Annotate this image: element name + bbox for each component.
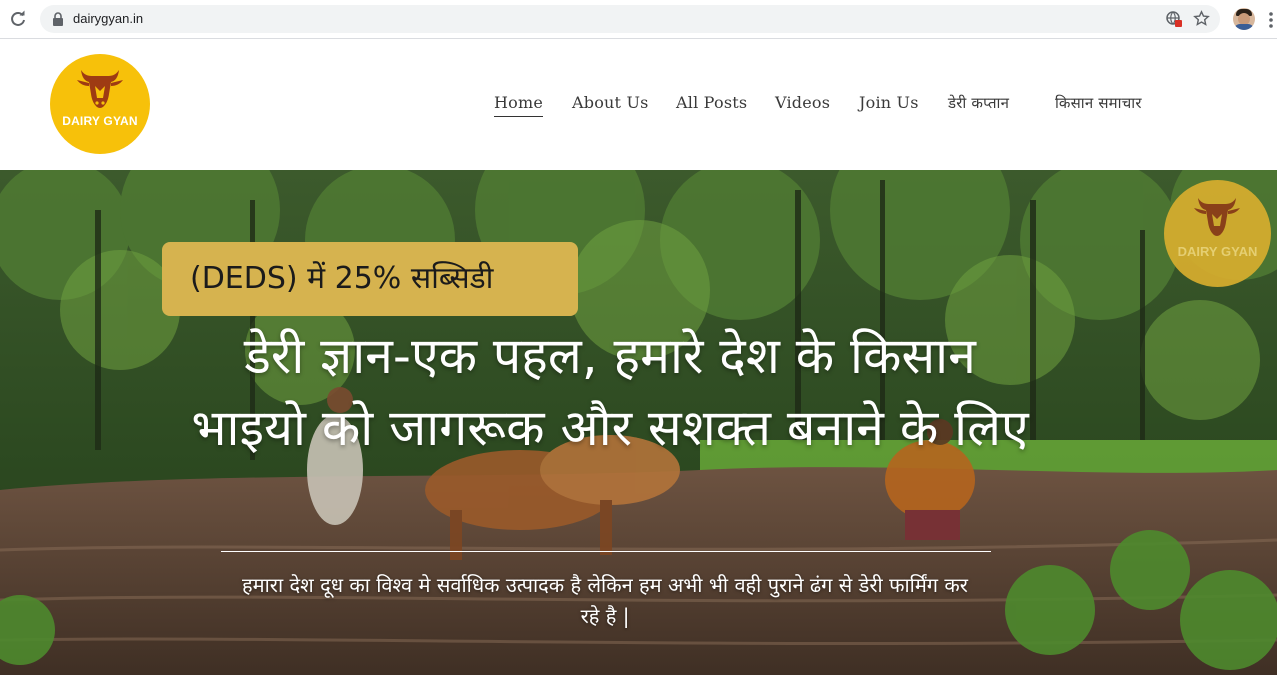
nav-videos[interactable]: Videos	[775, 93, 830, 112]
main-nav: Home About Us All Posts Videos Join Us ड…	[0, 93, 1277, 123]
nav-all-posts[interactable]: All Posts	[676, 93, 747, 112]
browser-toolbar: dairygyan.in	[0, 0, 1277, 39]
nav-dairy-captain[interactable]: डेरी कप्तान	[948, 93, 1009, 113]
subsidy-badge: (DEDS) में 25% सब्सिडी	[162, 242, 578, 316]
nav-kisan-samachar[interactable]: किसान समाचार	[1055, 93, 1142, 113]
nav-join-us[interactable]: Join Us	[859, 93, 919, 112]
hero-logo-text: DAIRY GYAN	[1177, 244, 1258, 259]
nav-home[interactable]: Home	[494, 93, 544, 117]
star-icon[interactable]	[1193, 10, 1210, 27]
hero-subtitle: हमारा देश दूध का विश्व मे सर्वाधिक उत्पा…	[242, 573, 968, 628]
hero-corner-logo: DAIRY GYAN	[1164, 180, 1271, 287]
reload-icon[interactable]	[8, 9, 28, 29]
site-header: DAIRY GYAN Home About Us All Posts Video…	[0, 39, 1277, 170]
cow-icon	[1194, 198, 1240, 236]
hero-banner: (DEDS) में 25% सब्सिडी DAIRY GYAN डेरी ज…	[0, 170, 1277, 675]
kebab-menu-icon[interactable]	[1268, 11, 1274, 29]
lock-icon[interactable]	[52, 12, 64, 26]
address-bar[interactable]: dairygyan.in	[40, 5, 1220, 33]
translate-icon[interactable]	[1166, 11, 1182, 27]
profile-avatar[interactable]	[1233, 8, 1255, 30]
nav-about-us[interactable]: About Us	[572, 93, 649, 112]
url-text[interactable]: dairygyan.in	[73, 11, 143, 26]
hero-divider	[221, 551, 991, 552]
hero-headline: डेरी ज्ञान-एक पहल, हमारे देश के किसान भा…	[191, 327, 1029, 457]
